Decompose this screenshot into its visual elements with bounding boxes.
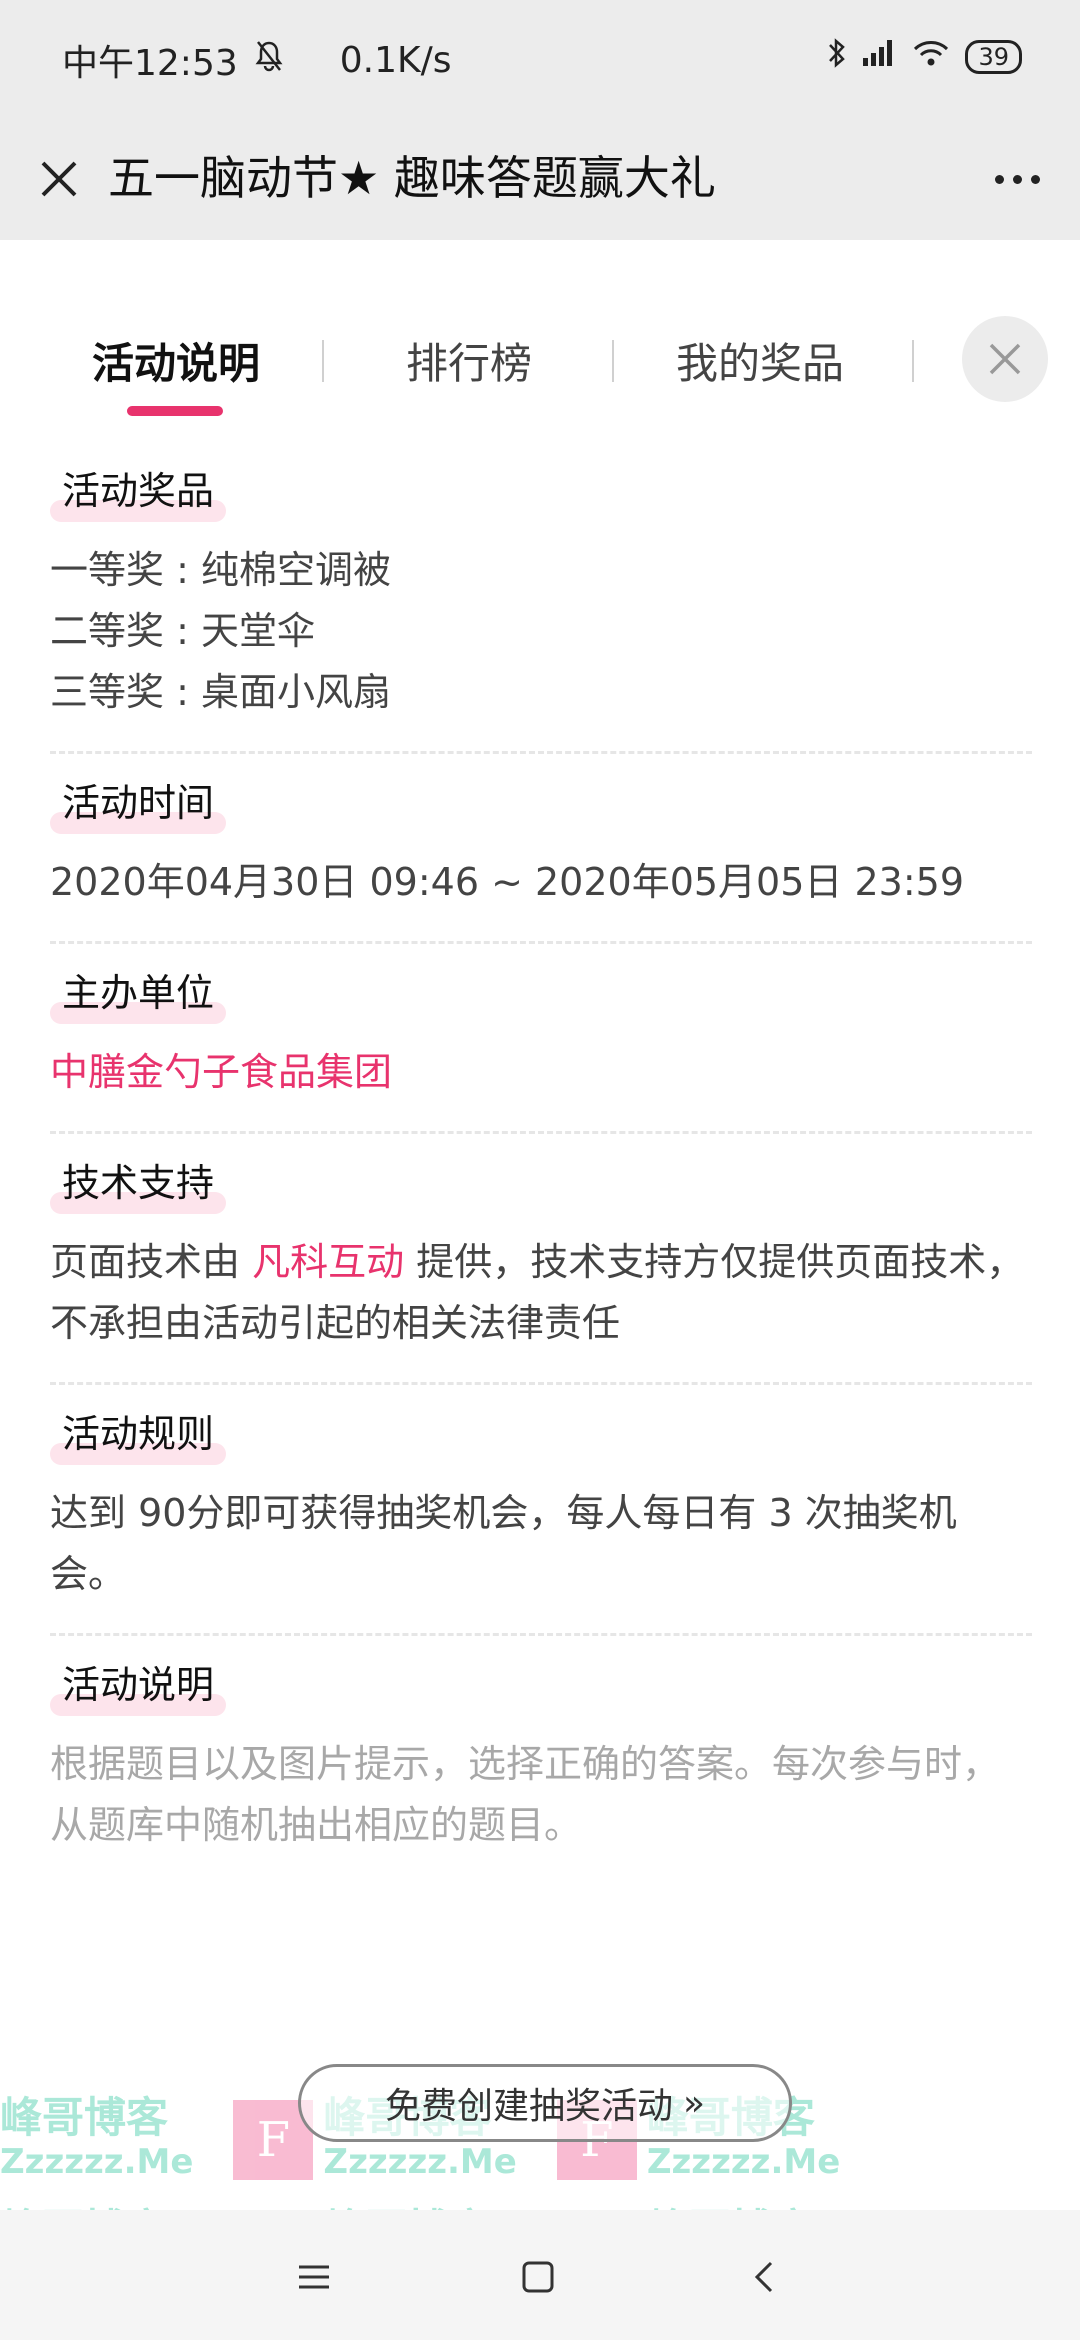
section-title: 活动说明 <box>50 1654 227 1716</box>
close-icon[interactable] <box>28 148 90 210</box>
rules-text: 达到 90分即可获得抽奖机会，每人每日有 3 次抽奖机会。 <box>50 1491 957 1596</box>
tab-leaderboard[interactable]: 排行榜 <box>406 330 532 391</box>
section-title: 活动规则 <box>50 1403 227 1465</box>
tech-text-before: 页面技术由 <box>50 1240 253 1284</box>
prize-line: 一等奖 : 纯棉空调被 <box>50 548 391 592</box>
home-icon[interactable] <box>508 2254 568 2300</box>
status-network-speed: 0.1K/s <box>339 39 452 81</box>
system-nav-bar <box>0 2210 1080 2340</box>
double-chevron-right-icon: » <box>682 2082 706 2124</box>
time-section: 活动时间 2020年04月30日 09:46 ~ 2020年05月05日 23:… <box>50 772 1032 944</box>
bell-muted-icon <box>254 40 284 81</box>
status-left: 中午12:53 0.1K/s <box>62 34 452 86</box>
description-section: 活动说明 根据题目以及图片提示，选择正确的答案。每次参与时，从题库中随机抽出相应… <box>50 1654 1032 1884</box>
active-tab-indicator <box>127 406 223 416</box>
activity-time: 2020年04月30日 09:46 ~ 2020年05月05日 23:59 <box>50 860 965 904</box>
section-title: 活动奖品 <box>50 460 227 522</box>
wifi-icon <box>911 38 951 76</box>
tab-bar: 活动说明 排行榜 我的奖品 <box>0 240 1080 430</box>
prize-line: 二等奖 : 天堂伞 <box>50 609 315 653</box>
status-time: 中午12:53 <box>62 43 238 84</box>
signal-icon <box>861 38 897 76</box>
title-bar: 五一脑动节★ 趣味答题赢大礼 <box>0 118 1080 240</box>
tech-support-section: 技术支持 页面技术由 凡科互动 提供，技术支持方仅提供页面技术，不承担由活动引起… <box>50 1152 1032 1385</box>
status-right: 39 <box>827 36 1022 78</box>
status-bar: 中午12:53 0.1K/s 39 <box>0 0 1080 118</box>
organizer-link[interactable]: 中膳金勺子食品集团 <box>50 1042 1032 1103</box>
bluetooth-icon <box>827 36 847 78</box>
tab-my-prizes[interactable]: 我的奖品 <box>676 330 844 391</box>
create-lottery-button[interactable]: 免费创建抽奖活动 » <box>298 2064 792 2142</box>
panel-close-icon[interactable] <box>962 316 1048 402</box>
back-icon[interactable] <box>734 2254 794 2300</box>
rules-section: 活动规则 达到 90分即可获得抽奖机会，每人每日有 3 次抽奖机会。 <box>50 1403 1032 1636</box>
tech-provider-link[interactable]: 凡科互动 <box>252 1240 404 1284</box>
section-title: 活动时间 <box>50 772 227 834</box>
prize-line: 三等奖 : 桌面小风扇 <box>50 670 391 714</box>
tab-divider <box>322 340 324 382</box>
tech-support-text: 页面技术由 凡科互动 提供，技术支持方仅提供页面技术，不承担由活动引起的相关法律… <box>50 1232 1032 1354</box>
create-button-label: 免费创建抽奖活动 <box>384 2086 673 2127</box>
prizes-section: 活动奖品 一等奖 : 纯棉空调被 二等奖 : 天堂伞 三等奖 : 桌面小风扇 <box>50 460 1032 754</box>
section-title: 技术支持 <box>50 1152 227 1214</box>
watermark: 峰哥博客Zzzzzz.Me <box>0 2093 194 2183</box>
activity-details: 活动奖品 一等奖 : 纯棉空调被 二等奖 : 天堂伞 三等奖 : 桌面小风扇 活… <box>50 460 1032 1902</box>
tab-divider <box>612 340 614 382</box>
more-options-icon[interactable] <box>982 148 1052 210</box>
battery-indicator: 39 <box>965 40 1022 74</box>
page-title: 五一脑动节★ 趣味答题赢大礼 <box>108 151 716 205</box>
organizer-section: 主办单位 中膳金勺子食品集团 <box>50 962 1032 1134</box>
section-title: 主办单位 <box>50 962 227 1024</box>
tab-activity-info[interactable]: 活动说明 <box>92 330 260 391</box>
description-text: 根据题目以及图片提示，选择正确的答案。每次参与时，从题库中随机抽出相应的题目。 <box>50 1742 1001 1847</box>
tab-divider <box>912 340 914 382</box>
menu-icon[interactable] <box>284 2254 344 2300</box>
